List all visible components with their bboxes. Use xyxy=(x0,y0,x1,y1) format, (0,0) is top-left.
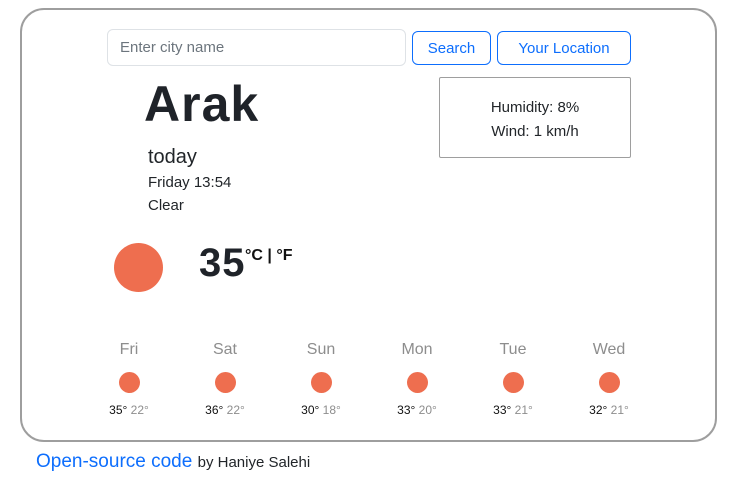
sun-icon xyxy=(118,372,140,393)
sun-icon xyxy=(406,372,428,393)
fahrenheit-link[interactable]: °F xyxy=(276,247,292,264)
forecast-temps: 35° 22° xyxy=(89,402,169,418)
forecast-day: Sat 36° 22° xyxy=(185,340,265,418)
forecast-min: 22° xyxy=(226,403,245,417)
forecast-max: 30° xyxy=(301,403,320,417)
forecast-temps: 33° 21° xyxy=(473,402,553,418)
forecast-day-name: Wed xyxy=(592,341,626,358)
forecast-temps: 33° 20° xyxy=(377,402,457,418)
forecast-max: 33° xyxy=(493,403,512,417)
weather-condition: Clear xyxy=(148,197,184,214)
city-name: Arak xyxy=(144,76,260,132)
wind-text: Wind: 1 km/h xyxy=(491,123,579,140)
forecast-max: 32° xyxy=(589,403,608,417)
forecast-day-name: Fri xyxy=(119,341,139,358)
sun-icon xyxy=(214,372,236,393)
forecast-day-name: Tue xyxy=(499,341,527,358)
open-source-link[interactable]: Open-source code xyxy=(36,451,192,472)
forecast-temps: 32° 21° xyxy=(569,402,649,418)
forecast-min: 21° xyxy=(514,403,533,417)
weather-details-box: Humidity: 8% Wind: 1 km/h xyxy=(439,77,631,158)
unit-switcher: °C | °F xyxy=(245,246,293,266)
current-temperature: 35 xyxy=(199,241,246,285)
forecast-min: 21° xyxy=(610,403,629,417)
forecast-day: Wed 32° 21° xyxy=(569,340,649,418)
current-location-button[interactable]: Your Location xyxy=(497,31,631,65)
forecast-temps: 36° 22° xyxy=(185,402,265,418)
forecast-max: 33° xyxy=(397,403,416,417)
forecast-day-name: Mon xyxy=(401,341,433,358)
date-time: Friday 13:54 xyxy=(148,174,232,191)
forecast-max: 35° xyxy=(109,403,128,417)
sun-icon xyxy=(310,372,332,393)
sun-icon xyxy=(114,243,163,292)
forecast-min: 18° xyxy=(322,403,341,417)
search-button[interactable]: Search xyxy=(412,31,491,65)
sun-icon xyxy=(598,372,620,393)
forecast-day: Sun 30° 18° xyxy=(281,340,361,418)
forecast-day-name: Sun xyxy=(306,341,336,358)
sun-icon xyxy=(502,372,524,393)
celsius-link[interactable]: °C xyxy=(245,247,263,264)
day-label: today xyxy=(148,146,197,168)
forecast-max: 36° xyxy=(205,403,224,417)
forecast-min: 22° xyxy=(130,403,149,417)
city-search-input[interactable] xyxy=(107,29,406,66)
forecast-temps: 30° 18° xyxy=(281,402,361,418)
forecast-min: 20° xyxy=(418,403,437,417)
forecast-day-name: Sat xyxy=(212,341,237,358)
forecast-day: Fri 35° 22° xyxy=(89,340,169,418)
unit-separator: | xyxy=(262,247,277,264)
humidity-text: Humidity: 8% xyxy=(490,99,580,116)
forecast-day: Mon 33° 20° xyxy=(377,340,457,418)
forecast-day: Tue 33° 21° xyxy=(473,340,553,418)
footer: Open-source code by Haniye Salehi xyxy=(36,451,310,474)
author-credit: by Haniye Salehi xyxy=(197,454,311,471)
